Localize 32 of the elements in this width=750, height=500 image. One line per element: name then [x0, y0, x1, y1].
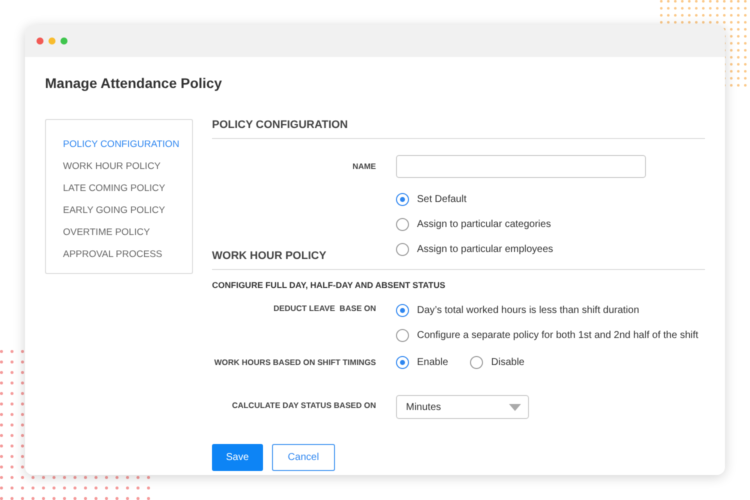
- save-button[interactable]: Save: [212, 444, 263, 471]
- radio-button[interactable]: [396, 329, 409, 342]
- day-status-dropdown[interactable]: Minutes: [396, 395, 529, 419]
- sidebar-item[interactable]: POLICY CONFIGURATION: [63, 137, 192, 152]
- cancel-button[interactable]: Cancel: [272, 444, 335, 471]
- radio-button[interactable]: [396, 243, 409, 256]
- field-label: DEDUCT LEAVE BASE ON: [272, 304, 376, 313]
- field-label: CALCULATE DAY STATUS BASED ON: [230, 400, 376, 410]
- radio-option[interactable]: Set Default: [396, 193, 705, 206]
- radio-button[interactable]: [396, 304, 409, 317]
- radio-option[interactable]: Disable: [470, 356, 524, 369]
- sidebar-item[interactable]: APPROVAL PROCESS: [63, 247, 192, 262]
- sidebar-item[interactable]: WORK HOUR POLICY: [63, 159, 192, 174]
- name-field[interactable]: [396, 155, 646, 178]
- radio-option[interactable]: Day’s total worked hours is less than shift duration: [396, 304, 705, 317]
- radio-option[interactable]: Assign to particular categories: [396, 218, 705, 231]
- sidebar-item[interactable]: OVERTIME POLICY: [63, 225, 192, 240]
- sidebar-item[interactable]: EARLY GOING POLICY: [63, 203, 192, 218]
- field-label: NAME: [351, 161, 376, 171]
- page-title: Manage Attendance Policy: [45, 75, 223, 91]
- radio-button[interactable]: [396, 193, 409, 206]
- sidebar-item[interactable]: LATE COMING POLICY: [63, 181, 192, 196]
- radio-button[interactable]: [470, 356, 484, 369]
- dropdown-caret-icon: [509, 404, 521, 410]
- subsection-heading: CONFIGURE FULL DAY, HALF-DAY AND ABSENT STATUS: [212, 280, 446, 290]
- field-label: WORK HOURS BASED ON SHIFT TIMINGS: [213, 357, 376, 367]
- window-controls-icon[interactable]: [36, 37, 68, 45]
- radio-option[interactable]: Enable: [396, 356, 448, 369]
- radio-option[interactable]: Configure a separate policy for both 1st and 2nd half of the shift: [396, 329, 705, 342]
- section-heading: POLICY CONFIGURATION: [212, 119, 705, 139]
- radio-button[interactable]: [396, 356, 409, 369]
- radio-button[interactable]: [396, 218, 409, 231]
